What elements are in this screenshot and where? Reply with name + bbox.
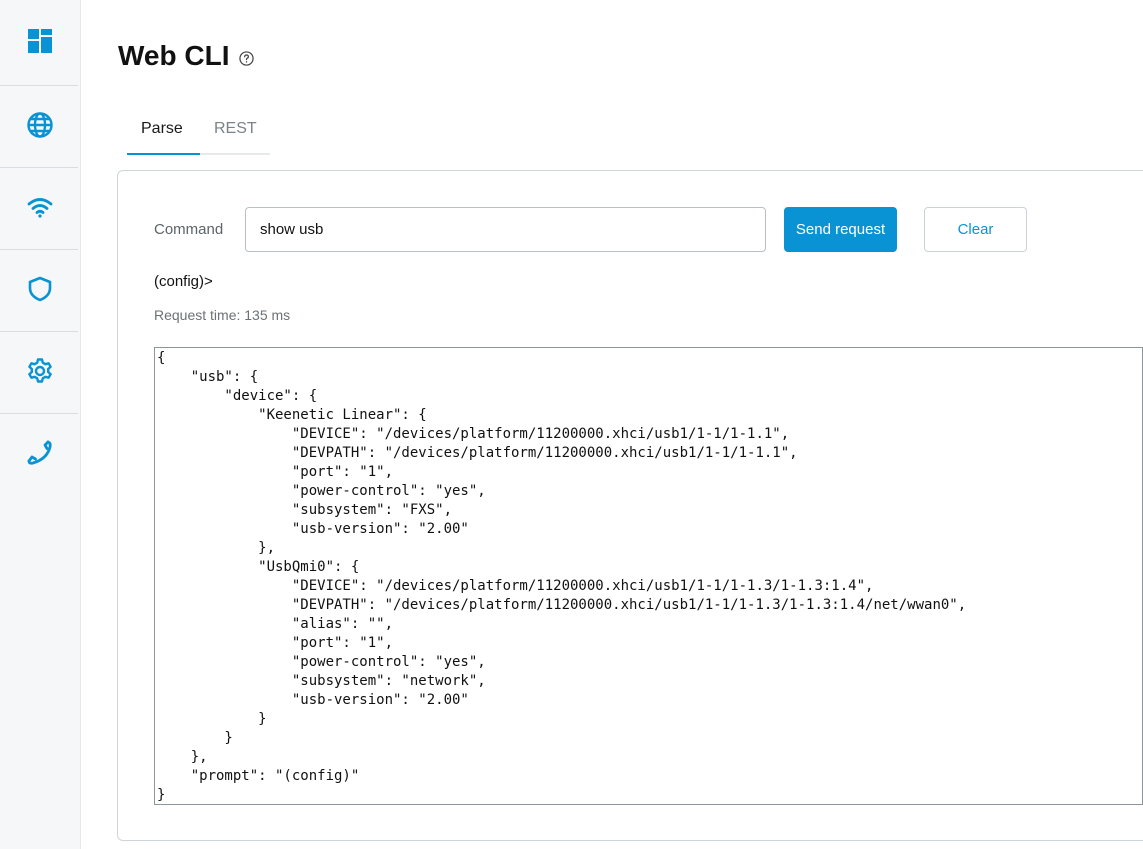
sidebar-item-telephony[interactable] — [0, 414, 80, 496]
sidebar-item-wifi[interactable] — [0, 168, 80, 250]
sidebar-item-security[interactable] — [0, 250, 80, 332]
sidebar-item-settings[interactable] — [0, 332, 80, 414]
page-title: Web CLI — [118, 40, 230, 71]
tab-rest[interactable]: REST — [214, 120, 257, 138]
sidebar — [0, 0, 81, 849]
page-title-row: Web CLI — [118, 40, 255, 72]
dashboard-icon — [26, 27, 54, 60]
send-request-button[interactable]: Send request — [784, 207, 897, 252]
shield-icon — [26, 275, 54, 308]
wifi-icon — [26, 193, 54, 226]
tab-bar: Parse REST — [127, 112, 270, 155]
help-circle-icon[interactable] — [239, 50, 255, 66]
globe-icon — [26, 111, 54, 144]
active-tab-indicator — [127, 153, 200, 155]
sidebar-item-internet[interactable] — [0, 86, 80, 168]
sidebar-item-dashboard[interactable] — [0, 2, 80, 84]
command-label: Command — [154, 221, 224, 238]
response-output[interactable]: { "usb": { "device": { "Keenetic Linear"… — [154, 347, 1143, 805]
gear-icon — [26, 357, 54, 390]
phone-icon — [26, 439, 54, 472]
cli-prompt: (config)> — [154, 273, 213, 290]
tab-parse[interactable]: Parse — [141, 120, 183, 138]
command-input[interactable] — [245, 207, 766, 252]
request-time: Request time: 135 ms — [154, 307, 291, 323]
clear-button[interactable]: Clear — [924, 207, 1027, 252]
